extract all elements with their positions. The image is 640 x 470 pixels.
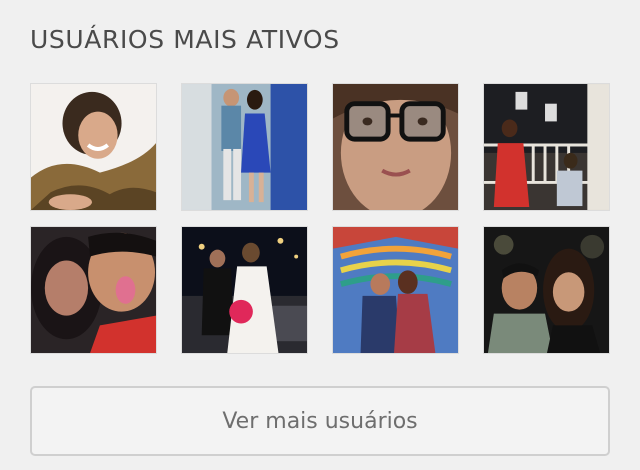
user-avatar-7[interactable] <box>332 226 459 354</box>
user-photo-icon <box>31 227 156 353</box>
user-photo-icon <box>182 227 307 353</box>
section-title: USUÁRIOS MAIS ATIVOS <box>30 25 340 54</box>
user-photo-icon <box>182 84 307 210</box>
user-avatar-2[interactable] <box>181 83 308 211</box>
user-photo-icon <box>484 227 609 353</box>
user-photo-icon <box>333 84 458 210</box>
user-avatar-8[interactable] <box>483 226 610 354</box>
user-photo-icon <box>333 227 458 353</box>
most-active-users-widget: USUÁRIOS MAIS ATIVOS Ver mais usuários <box>0 0 640 470</box>
user-photo-icon <box>31 84 156 210</box>
user-avatar-5[interactable] <box>30 226 157 354</box>
user-avatar-3[interactable] <box>332 83 459 211</box>
user-avatar-6[interactable] <box>181 226 308 354</box>
user-avatar-grid <box>30 83 610 355</box>
user-photo-icon <box>484 84 609 210</box>
user-avatar-4[interactable] <box>483 83 610 211</box>
user-avatar-1[interactable] <box>30 83 157 211</box>
see-more-users-button[interactable]: Ver mais usuários <box>30 386 610 456</box>
